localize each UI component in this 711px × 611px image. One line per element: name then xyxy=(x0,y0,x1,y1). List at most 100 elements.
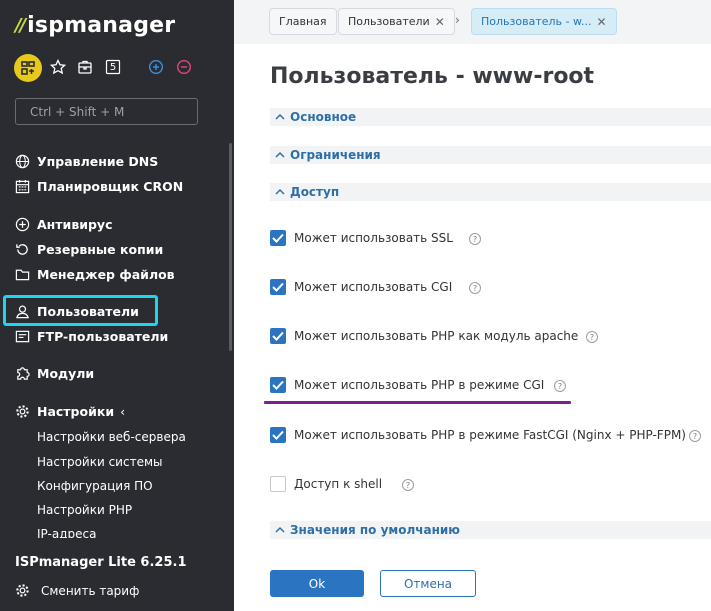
folder-icon xyxy=(14,266,30,282)
minus-icon[interactable] xyxy=(175,58,193,76)
checkbox-shell[interactable] xyxy=(270,476,286,492)
logo-mark: // xyxy=(15,14,26,36)
change-tariff-link[interactable]: Сменить тариф xyxy=(15,583,139,598)
option-label: Может использовать PHP как модуль apache xyxy=(294,329,579,343)
close-icon[interactable]: ✕ xyxy=(435,15,445,29)
sidebar-subitem-system[interactable]: Настройки системы xyxy=(37,455,162,473)
gear-icon xyxy=(14,403,30,419)
annotation-underline xyxy=(264,401,571,404)
option-php-cgi[interactable]: Может использовать PHP в режиме CGI xyxy=(270,375,544,395)
checkbox-php-fastcgi[interactable] xyxy=(270,427,286,443)
sidebar-item-antivirus[interactable]: Антивирус xyxy=(14,214,113,234)
sidebar-item-label: Менеджер файлов xyxy=(37,266,175,282)
sidebar-item-modules[interactable]: Модули xyxy=(14,363,94,383)
sidebar-item-label: Управление DNS xyxy=(37,153,159,169)
sidebar-toolbar: 5 xyxy=(14,54,214,82)
backup-icon xyxy=(14,241,30,257)
section-label: Ограничения xyxy=(290,148,381,162)
briefcase-icon[interactable] xyxy=(76,58,94,76)
section-access[interactable]: Доступ xyxy=(270,183,711,201)
sidebar-subitem-webserver[interactable]: Настройки веб-сервера xyxy=(37,430,186,448)
sidebar-item-dns[interactable]: Управление DNS xyxy=(14,151,158,171)
sidebar-item-label: Резервные копии xyxy=(37,241,164,257)
help-icon[interactable]: ? xyxy=(469,233,481,245)
checkbox-ssl[interactable] xyxy=(270,230,286,246)
section-label: Значения по умолчанию xyxy=(290,523,460,537)
sidebar-subitem-software[interactable]: Конфигурация ПО xyxy=(37,479,153,497)
sidebar-item-files[interactable]: Менеджер файлов xyxy=(14,264,175,284)
tab-label: Пользователи xyxy=(348,15,430,28)
plus-icon[interactable] xyxy=(147,58,165,76)
page-title: Пользователь - www-root xyxy=(270,64,595,89)
sidebar-scrollbar[interactable] xyxy=(229,143,232,351)
help-icon[interactable]: ? xyxy=(554,380,566,392)
sidebar-item-settings[interactable]: Настройки ‹ xyxy=(14,401,125,421)
option-cgi[interactable]: Может использовать CGI xyxy=(270,277,452,297)
counter-icon[interactable]: 5 xyxy=(104,58,122,76)
dashboard-icon[interactable] xyxy=(14,54,42,82)
change-tariff-label: Сменить тариф xyxy=(41,583,140,598)
sidebar-item-label: Планировщик CRON xyxy=(37,178,184,194)
close-icon[interactable]: ✕ xyxy=(596,15,606,29)
option-shell[interactable]: Доступ к shell xyxy=(270,474,382,494)
checkbox-php-apache[interactable] xyxy=(270,328,286,344)
sidebar-item-label: Пользователи xyxy=(37,303,139,319)
sidebar-item-label: Антивирус xyxy=(37,216,113,232)
option-label: Может использовать SSL xyxy=(294,231,453,245)
section-limits[interactable]: Ограничения xyxy=(270,146,711,164)
sidebar-item-cron[interactable]: Планировщик CRON xyxy=(14,176,183,196)
section-defaults[interactable]: Значения по умолчанию xyxy=(270,521,711,539)
sidebar-item-users[interactable]: Пользователи xyxy=(14,301,139,321)
tab-users[interactable]: Пользователи ✕ xyxy=(338,8,455,35)
sidebar-subitem-php[interactable]: Настройки PHP xyxy=(37,503,132,521)
star-icon[interactable] xyxy=(49,58,67,76)
sidebar-item-label: FTP-пользователи xyxy=(37,328,169,344)
sidebar: // ispmanager 5 Управление DNS Планировщ… xyxy=(0,0,234,611)
section-label: Основное xyxy=(290,110,357,124)
help-icon[interactable]: ? xyxy=(689,430,701,442)
counter-value: 5 xyxy=(109,61,117,73)
globe-icon xyxy=(14,153,30,169)
option-php-apache[interactable]: Может использовать PHP как модуль apache xyxy=(270,326,578,346)
user-icon xyxy=(14,303,30,319)
breadcrumb: Главная Пользователи ✕ › Пользователь - … xyxy=(234,0,711,44)
section-basic[interactable]: Основное xyxy=(270,108,711,126)
section-label: Доступ xyxy=(290,185,340,199)
sidebar-item-backup[interactable]: Резервные копии xyxy=(14,239,163,259)
tab-user-www-root[interactable]: Пользователь - w... ✕ xyxy=(471,8,617,35)
checkbox-cgi[interactable] xyxy=(270,279,286,295)
chevron-up-icon xyxy=(270,113,290,121)
checkbox-php-cgi[interactable] xyxy=(270,377,286,393)
tab-label: Главная xyxy=(279,15,327,28)
help-icon[interactable]: ? xyxy=(469,282,481,294)
option-label: Может использовать CGI xyxy=(294,280,453,294)
chevron-up-icon xyxy=(270,151,290,159)
help-icon[interactable]: ? xyxy=(402,479,414,491)
calendar-icon xyxy=(14,178,30,194)
main-panel: Главная Пользователи ✕ › Пользователь - … xyxy=(234,0,711,611)
tab-home[interactable]: Главная xyxy=(269,8,337,35)
option-label: Может использовать PHP в режиме FastCGI … xyxy=(294,428,686,442)
sidebar-subitem-ip[interactable]: IP-адреса xyxy=(37,527,96,538)
shield-icon xyxy=(14,216,30,232)
sidebar-item-ftp[interactable]: FTP-пользователи xyxy=(14,326,168,346)
version-label: ISPmanager Lite 6.25.1 xyxy=(15,555,187,570)
option-ssl[interactable]: Может использовать SSL xyxy=(270,228,453,248)
option-label: Доступ к shell xyxy=(294,477,383,491)
option-label: Может использовать PHP в режиме CGI xyxy=(294,378,545,392)
chevron-up-icon xyxy=(270,188,290,196)
sidebar-item-label: Настройки xyxy=(37,403,115,419)
ok-button[interactable]: Ok xyxy=(270,570,364,597)
ftp-icon xyxy=(14,328,30,344)
puzzle-icon xyxy=(14,365,30,381)
help-icon[interactable]: ? xyxy=(586,331,598,343)
chevron-up-icon xyxy=(270,526,290,534)
option-php-fastcgi[interactable]: Может использовать PHP в режиме FastCGI … xyxy=(270,425,686,445)
cancel-button[interactable]: Отмена xyxy=(380,570,476,597)
tab-label: Пользователь - w... xyxy=(481,15,592,28)
breadcrumb-separator: › xyxy=(455,13,460,27)
chevron-left-icon: ‹ xyxy=(120,403,126,419)
logo-text: ispmanager xyxy=(27,12,176,38)
search-input[interactable] xyxy=(15,98,198,125)
logo[interactable]: // ispmanager xyxy=(15,12,176,38)
